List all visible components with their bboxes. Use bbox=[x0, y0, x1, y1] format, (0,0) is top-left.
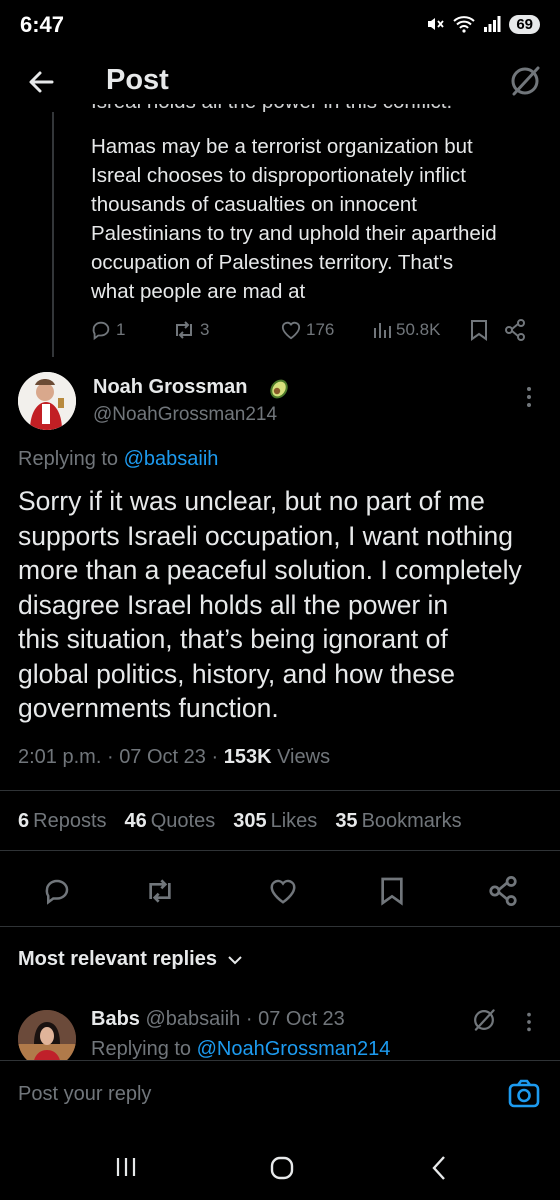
tweet-date: 07 Oct 23 bbox=[119, 746, 206, 768]
parent-like-count: 176 bbox=[306, 320, 335, 339]
status-icons: 69 bbox=[425, 14, 540, 34]
parent-tweet-text: Hamas may be a terrorist organization bu… bbox=[91, 135, 497, 303]
reply-date: 07 Oct 23 bbox=[258, 1008, 345, 1030]
replying-prefix: Replying to bbox=[18, 448, 119, 470]
reply-replying-prefix: Replying to bbox=[91, 1038, 192, 1060]
replies-sort-label: Most relevant replies bbox=[18, 948, 217, 970]
likes-stat[interactable]: 305 Likes bbox=[233, 810, 317, 833]
grok-button[interactable] bbox=[506, 62, 544, 100]
reply-input[interactable]: Post your reply bbox=[18, 1083, 151, 1106]
wifi-icon bbox=[453, 16, 475, 33]
divider bbox=[0, 790, 560, 791]
divider bbox=[0, 926, 560, 927]
reply-button[interactable] bbox=[42, 876, 72, 906]
like-button[interactable] bbox=[268, 877, 298, 905]
more-vertical-icon bbox=[527, 1012, 531, 1032]
parent-like-button[interactable]: 176 bbox=[280, 320, 372, 340]
parent-tweet-cutoff-line: Isreal holds all the power in this confl… bbox=[91, 104, 531, 126]
chevron-down-icon bbox=[228, 955, 242, 964]
tweet-actions bbox=[0, 868, 560, 912]
reply-grok-button[interactable] bbox=[470, 1006, 498, 1034]
status-time: 6:47 bbox=[20, 12, 65, 37]
bookmark-icon bbox=[471, 320, 487, 341]
chevron-left-icon bbox=[432, 1156, 445, 1180]
avocado-emoji bbox=[266, 375, 292, 406]
signal-icon bbox=[484, 16, 501, 32]
battery-indicator: 69 bbox=[509, 14, 540, 34]
quotes-stat[interactable]: 46 Quotes bbox=[125, 810, 216, 833]
reply-author[interactable]: Babs @babsaiih · 07 Oct 23 bbox=[91, 1008, 345, 1031]
bookmark-button[interactable] bbox=[380, 876, 404, 906]
reply-author-handle: @babsaiih bbox=[145, 1008, 241, 1030]
reply-icon bbox=[92, 321, 110, 341]
tweet-body: Sorry if it was unclear, but no part of … bbox=[18, 486, 522, 723]
heart-icon bbox=[281, 321, 301, 340]
mute-icon bbox=[428, 18, 445, 30]
tweet-time: 2:01 p.m. bbox=[18, 746, 102, 768]
camera-icon bbox=[508, 1079, 540, 1108]
share-icon bbox=[505, 319, 525, 341]
parent-reply-count: 1 bbox=[116, 320, 126, 339]
bookmarks-stat[interactable]: 35 Bookmarks bbox=[335, 810, 461, 833]
reply-author-name: Babs bbox=[91, 1008, 140, 1030]
reposts-stat[interactable]: 6 Reposts bbox=[18, 810, 107, 833]
replying-handle-link[interactable]: @babsaiih bbox=[124, 448, 219, 470]
parent-tweet-actions: 1 3 176 50.8K bbox=[90, 316, 535, 344]
tweet-views-count: 153K bbox=[223, 746, 272, 768]
home-icon bbox=[270, 1156, 294, 1180]
grok-icon bbox=[511, 66, 540, 96]
avatar[interactable] bbox=[18, 372, 76, 430]
system-back-button[interactable] bbox=[428, 1154, 450, 1182]
reply-replying-handle[interactable]: @NoahGrossman214 bbox=[197, 1038, 391, 1060]
page-title: Post bbox=[106, 64, 169, 96]
recents-icon bbox=[116, 1158, 136, 1176]
parent-views-count: 50.8K bbox=[396, 320, 441, 339]
parent-repost-count: 3 bbox=[200, 320, 210, 339]
tweet-views-label: Views bbox=[277, 746, 331, 768]
tweet-stats: 6 Reposts 46 Quotes 305 Likes 35 Bookmarks bbox=[18, 810, 462, 833]
avatar-image bbox=[18, 372, 76, 430]
parent-bookmark-button[interactable] bbox=[470, 319, 504, 341]
meta-separator: · bbox=[106, 746, 114, 768]
tweet-metadata: 2:01 p.m. · 07 Oct 23 · 153K Views bbox=[18, 746, 330, 769]
parent-reply-button[interactable]: 1 bbox=[90, 319, 172, 341]
share-button[interactable] bbox=[488, 876, 518, 906]
meta-separator: · bbox=[211, 746, 219, 768]
recents-button[interactable] bbox=[114, 1156, 138, 1178]
reply-replying-to: Replying to @NoahGrossman214 bbox=[91, 1038, 390, 1060]
more-vertical-icon bbox=[527, 387, 531, 407]
author-handle[interactable]: @NoahGrossman214 bbox=[93, 404, 277, 426]
reply-separator: · bbox=[245, 1008, 253, 1030]
replies-sort-dropdown[interactable]: Most relevant replies bbox=[18, 948, 243, 971]
views-icon bbox=[374, 323, 391, 338]
replying-to: Replying to @babsaiih bbox=[18, 448, 218, 471]
thread-line bbox=[52, 112, 54, 357]
more-options-button[interactable] bbox=[522, 384, 536, 410]
parent-repost-button[interactable]: 3 bbox=[172, 319, 280, 341]
camera-button[interactable] bbox=[506, 1076, 542, 1112]
grok-icon bbox=[474, 1009, 495, 1031]
parent-share-button[interactable] bbox=[504, 319, 526, 341]
parent-views-button[interactable]: 50.8K bbox=[372, 320, 470, 340]
back-arrow-icon bbox=[29, 71, 54, 93]
reply-more-options-button[interactable] bbox=[522, 1010, 536, 1034]
divider bbox=[0, 850, 560, 851]
author-name[interactable]: Noah Grossman bbox=[93, 376, 247, 399]
home-button[interactable] bbox=[268, 1154, 296, 1182]
repost-icon bbox=[176, 321, 192, 339]
back-button[interactable] bbox=[22, 62, 62, 102]
repost-button[interactable] bbox=[144, 876, 176, 906]
